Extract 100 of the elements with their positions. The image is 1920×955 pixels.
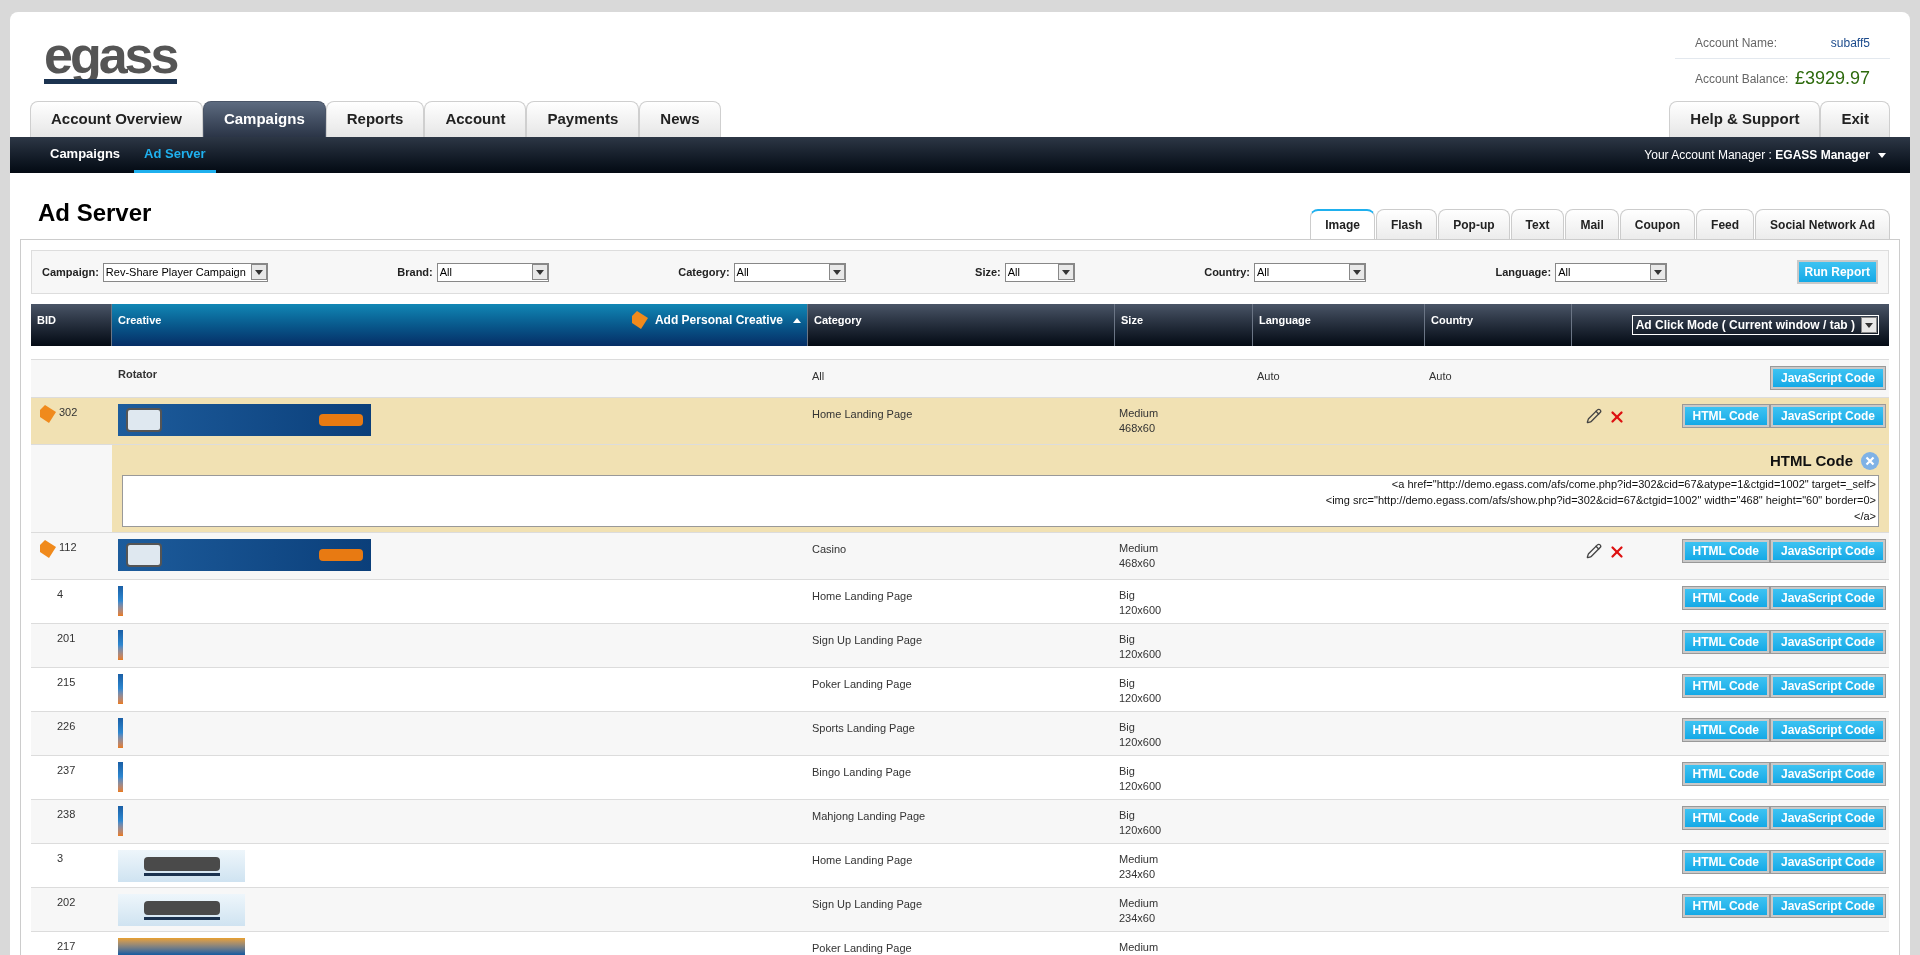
ad-type-tab[interactable]: Mail bbox=[1565, 209, 1619, 239]
account-balance-value: £3929.97 bbox=[1794, 67, 1870, 90]
code-line: <img src="http://demo.egass.com/afs/show.php?id=302&cid=67&ctgid=1002" width="468" height="60" border=0> bbox=[1325, 493, 1876, 508]
filter-label: Campaign: bbox=[42, 264, 99, 280]
skyscraper-banner-image bbox=[118, 630, 123, 660]
sort-arrow-icon[interactable] bbox=[793, 317, 801, 323]
category-cell: Casino bbox=[812, 543, 847, 555]
size-cell-text: 120x600 bbox=[1119, 603, 1163, 618]
category-cell: Sign Up Landing Page bbox=[812, 898, 923, 910]
column-header[interactable]: Country bbox=[1425, 304, 1572, 346]
bid-cell-text: 202 bbox=[57, 895, 76, 910]
category-cell: Sports Landing Page bbox=[812, 722, 915, 734]
delete-icon[interactable] bbox=[1608, 543, 1626, 561]
tag-icon bbox=[39, 404, 57, 424]
main-nav-tab[interactable]: Campaigns bbox=[202, 101, 326, 137]
tag-icon bbox=[39, 539, 57, 559]
size-cell-text: 468x60 bbox=[1119, 421, 1157, 436]
bid-cell-text: 201 bbox=[57, 631, 76, 646]
size-cell-text: Medium bbox=[1119, 541, 1160, 556]
category-cell: Home Landing Page bbox=[812, 408, 913, 420]
size-cell-text: Big bbox=[1119, 808, 1136, 823]
code-panel-title: HTML Code bbox=[1769, 450, 1853, 471]
main-nav-tab[interactable]: Account Overview bbox=[30, 101, 203, 137]
account-balance-label: Account Balance: bbox=[1695, 70, 1789, 88]
size-cell-text: Big bbox=[1119, 676, 1136, 691]
category-cell: Home Landing Page bbox=[812, 590, 913, 602]
account-name-label: Account Name: bbox=[1695, 35, 1778, 52]
account-manager-menu[interactable]: Your Account Manager : EGASS Manager bbox=[1644, 137, 1886, 173]
logo[interactable]: egass bbox=[44, 32, 177, 84]
size-cell-text: 234x60 bbox=[1119, 867, 1157, 882]
table-row[interactable]: 302 Home Landing Page Medium 468x60 HTML Code JavaScript Code bbox=[31, 398, 1889, 445]
filter-label: Size: bbox=[975, 264, 1001, 280]
add-personal-creative-link[interactable]: Add Personal Creative bbox=[654, 311, 783, 329]
ad-type-tab[interactable]: Text bbox=[1510, 209, 1565, 239]
table-row[interactable]: 112 Casino Medium 468x60 HTML Code JavaScript Code bbox=[31, 533, 1889, 580]
filter-label: Brand: bbox=[397, 264, 433, 280]
skyscraper-banner-image bbox=[118, 674, 123, 704]
skyscraper-banner-image bbox=[118, 806, 123, 836]
code-line: <a href="http://demo.egass.com/afs/come.php?id=302&cid=67&atype=1&ctgid=1002" target=_self> bbox=[1391, 477, 1876, 492]
bid-cell-text: 112 bbox=[59, 540, 77, 555]
category-cell: Sign Up Landing Page bbox=[812, 634, 923, 646]
column-header[interactable]: Language bbox=[1253, 304, 1425, 346]
edit-icon[interactable] bbox=[1586, 543, 1602, 559]
bid-cell-text: 4 bbox=[57, 587, 64, 602]
column-header[interactable]: Category bbox=[808, 304, 1115, 346]
skyscraper-banner-image bbox=[118, 762, 123, 792]
ad-type-tab[interactable]: Social Network Ad bbox=[1755, 209, 1890, 239]
main-nav-tab[interactable]: News bbox=[639, 101, 721, 137]
delete-icon[interactable] bbox=[1608, 408, 1626, 426]
filter-label: Category: bbox=[678, 264, 730, 280]
filter-select[interactable]: All bbox=[1254, 262, 1367, 282]
filter-label: Country: bbox=[1204, 264, 1251, 280]
size-cell-text: 120x600 bbox=[1119, 647, 1163, 662]
code-line: </a> bbox=[1853, 509, 1876, 524]
bid-cell-text: 215 bbox=[57, 675, 76, 690]
ad-type-tab[interactable]: Feed bbox=[1696, 209, 1755, 239]
table-row[interactable]: Rotator All Auto Auto JavaScript Code bbox=[31, 360, 1889, 398]
size-cell-text: 234x60 bbox=[1119, 911, 1157, 926]
edit-icon[interactable] bbox=[1586, 408, 1602, 424]
bid-cell-text: 217 bbox=[57, 939, 76, 954]
category-cell: Poker Landing Page bbox=[812, 942, 912, 954]
ad-type-tab[interactable]: Pop-up bbox=[1438, 209, 1510, 239]
column-header[interactable]: BID bbox=[31, 304, 112, 346]
sub-nav-link[interactable]: Ad Server bbox=[134, 137, 216, 173]
page-title: Ad Server bbox=[37, 198, 152, 228]
code-textarea[interactable] bbox=[122, 475, 1879, 527]
ad-type-tab[interactable]: Image bbox=[1310, 209, 1375, 239]
click-mode-select[interactable]: Ad Click Mode ( Current window / tab ) bbox=[1631, 315, 1879, 335]
main-nav-tab[interactable]: Reports bbox=[325, 101, 425, 137]
bid-cell-text: 238 bbox=[57, 807, 76, 822]
language-cell: Auto bbox=[1257, 370, 1280, 382]
filter-select[interactable]: All bbox=[1555, 262, 1668, 282]
filter-label: Language: bbox=[1495, 264, 1552, 280]
filter-select[interactable]: Rev-Share Player Campaign bbox=[102, 262, 268, 282]
size-cell-text: Big bbox=[1119, 720, 1136, 735]
category-cell: All bbox=[812, 370, 825, 382]
main-nav-tab[interactable]: Payments bbox=[526, 101, 640, 137]
size-cell-text: 468x60 bbox=[1119, 556, 1157, 571]
size-cell-text: Medium bbox=[1119, 896, 1160, 911]
bid-cell-text: 3 bbox=[57, 851, 64, 866]
header-tab[interactable]: Exit bbox=[1820, 101, 1890, 137]
size-cell-text: Medium bbox=[1119, 940, 1160, 955]
size-cell-text: Medium bbox=[1119, 852, 1160, 867]
filter-select[interactable]: All bbox=[1004, 262, 1075, 282]
filter-select[interactable]: All bbox=[733, 262, 846, 282]
caret-icon bbox=[1878, 152, 1886, 158]
skyscraper-banner-image bbox=[118, 718, 123, 748]
ad-type-tab[interactable]: Coupon bbox=[1619, 209, 1696, 239]
tag-icon bbox=[630, 310, 649, 330]
main-nav-tab[interactable]: Account bbox=[424, 101, 527, 137]
size-cell-text: Big bbox=[1119, 632, 1136, 647]
ad-type-tab[interactable]: Flash bbox=[1375, 209, 1438, 239]
column-header[interactable]: Size bbox=[1115, 304, 1253, 346]
size-cell-text: 120x600 bbox=[1119, 691, 1163, 706]
header-tab[interactable]: Help & Support bbox=[1669, 101, 1821, 137]
filter-select[interactable]: All bbox=[436, 262, 549, 282]
column-header[interactable]: Creative Add Personal Creative bbox=[112, 304, 808, 346]
sub-nav-link[interactable]: Campaigns bbox=[40, 137, 131, 173]
category-cell: Mahjong Landing Page bbox=[812, 810, 926, 822]
category-cell: Bingo Landing Page bbox=[812, 766, 912, 778]
